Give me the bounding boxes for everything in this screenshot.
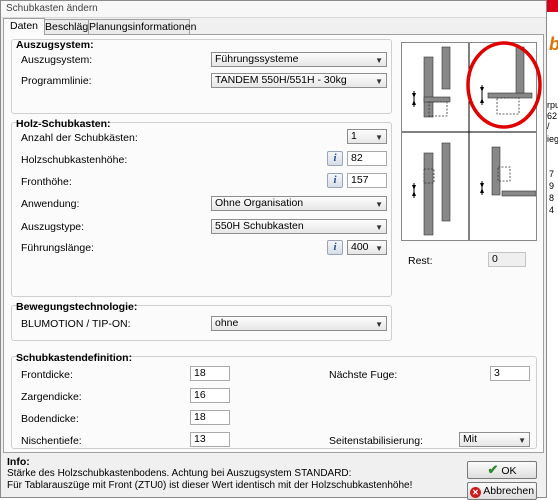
mount-variant-1[interactable] (412, 46, 451, 118)
x-icon: ✕ (469, 487, 481, 498)
auszugstype-select[interactable]: 550H Schubkasten ▼ (211, 219, 387, 234)
background-text: rpu (547, 100, 558, 110)
chevron-down-icon: ▼ (375, 223, 383, 232)
chevron-down-icon: ▼ (375, 244, 383, 253)
rest-label: Rest: (408, 255, 433, 267)
chevron-down-icon: ▼ (375, 133, 383, 142)
background-window-strip: b rpu 62 / ieg 7 9 8 4 (547, 0, 558, 500)
background-text: ieg (547, 134, 558, 144)
anzahl-select[interactable]: 1 ▼ (347, 129, 387, 144)
programmlinie-select[interactable]: TANDEM 550H/551H - 30kg ▼ (211, 73, 387, 88)
auszugsystem-value: Führungssysteme (215, 53, 299, 65)
programmlinie-value: TANDEM 550H/551H - 30kg (215, 74, 347, 86)
holz-schubkasten-group-title: Holz-Schubkasten: (16, 118, 111, 130)
rest-value: 0 (488, 252, 526, 267)
background-text: 4 (549, 205, 555, 215)
nischentiefe-input[interactable]: 13 (190, 432, 230, 447)
auszugsystem-label: Auszugsystem: (21, 54, 93, 66)
zargendicke-label: Zargendicke: (21, 391, 82, 403)
highlight-circle (466, 41, 542, 129)
info-line-1: Stärke des Holzschubkastenbodens. Achtun… (7, 468, 352, 479)
auszugsystem-select[interactable]: Führungssysteme ▼ (211, 52, 387, 67)
seitenstabilisierung-select[interactable]: Mit ▼ (459, 432, 530, 447)
blumotion-value: ohne (215, 317, 239, 329)
tab-daten[interactable]: Daten (3, 18, 45, 35)
info-icon[interactable]: i (327, 151, 343, 166)
anzahl-value: 1 (351, 130, 357, 142)
background-red-bar (547, 0, 558, 12)
nischentiefe-label: Nischentiefe: (21, 435, 82, 447)
info-title: Info: (7, 456, 30, 468)
info-icon[interactable]: i (327, 240, 343, 255)
seitenstabilisierung-value: Mit (463, 433, 477, 445)
chevron-down-icon: ▼ (375, 77, 383, 86)
chevron-down-icon: ▼ (375, 56, 383, 65)
chevron-down-icon: ▼ (375, 320, 383, 329)
tab-panel-daten: Auszugsystem: Auszugsystem: Führungssyst… (3, 34, 544, 453)
check-icon: ✔ (487, 462, 499, 477)
mount-variant-3[interactable] (412, 142, 451, 236)
ok-button-label: OK (501, 465, 517, 477)
anwendung-select[interactable]: Ohne Organisation ▼ (211, 196, 387, 211)
chevron-down-icon: ▼ (518, 436, 526, 445)
background-text: 62 / (547, 111, 558, 131)
holzschubkastenhoehe-label: Holzschubkastenhöhe: (21, 154, 128, 166)
frontdicke-label: Frontdicke: (21, 369, 73, 381)
background-text: 7 (549, 169, 555, 179)
auszugstype-label: Auszugstype: (21, 221, 85, 233)
schubkastendefinition-group-title: Schubkastendefinition: (16, 352, 133, 364)
auszugsystem-group-title: Auszugsystem: (16, 39, 94, 51)
bewegungstechnologie-group-title: Bewegungstechnologie: (16, 301, 138, 313)
chevron-down-icon: ▼ (375, 200, 383, 209)
cancel-button-label: Abbrechen (483, 485, 535, 497)
programmlinie-label: Programmlinie: (21, 75, 92, 87)
holzschubkastenhoehe-input[interactable]: 82 (347, 151, 387, 166)
fuehrungslaenge-label: Führungslänge: (21, 242, 94, 254)
bodendicke-label: Bodendicke: (21, 413, 79, 425)
blumotion-select[interactable]: ohne ▼ (211, 316, 387, 331)
mount-variant-4[interactable] (480, 146, 537, 197)
fronthoehe-label: Fronthöhe: (21, 176, 72, 188)
zargendicke-input[interactable]: 16 (190, 388, 230, 403)
anzahl-label: Anzahl der Schubkästen: (21, 132, 138, 144)
auszugstype-value: 550H Schubkasten (215, 220, 304, 232)
info-line-2: Für Tablarauszüge mit Front (ZTU0) ist d… (7, 480, 413, 491)
window-title: Schubkasten ändern (6, 3, 98, 14)
naechste-fuge-label: Nächste Fuge: (329, 369, 398, 381)
background-logo-letter: b (549, 34, 558, 55)
tab-planungsinformationen[interactable]: Planungsinformationen (88, 19, 196, 34)
background-text: 9 (549, 181, 555, 191)
blumotion-label: BLUMOTION / TIP-ON: (21, 318, 131, 330)
fronthoehe-input[interactable]: 157 (347, 173, 387, 188)
background-text: 8 (549, 193, 555, 203)
anwendung-value: Ohne Organisation (215, 197, 304, 209)
dialog-window: Schubkasten ändern Daten Beschläge Planu… (0, 0, 547, 500)
fuehrungslaenge-select[interactable]: 400 ▼ (347, 240, 387, 255)
info-area: Info: Stärke des Holzschubkastenbodens. … (3, 455, 461, 497)
bodendicke-input[interactable]: 18 (190, 410, 230, 425)
frontdicke-input[interactable]: 18 (190, 366, 230, 381)
naechste-fuge-input[interactable]: 3 (490, 366, 530, 381)
title-bar[interactable]: Schubkasten ändern (1, 1, 546, 18)
cancel-button[interactable]: ✕ Abbrechen (467, 482, 537, 500)
fuehrungslaenge-value: 400 (351, 241, 369, 253)
tab-beschlaege[interactable]: Beschläge (44, 19, 94, 34)
ok-button[interactable]: ✔ OK (467, 461, 537, 479)
info-icon[interactable]: i (327, 173, 343, 188)
seitenstabilisierung-label: Seitenstabilisierung: (329, 435, 423, 447)
anwendung-label: Anwendung: (21, 198, 80, 210)
